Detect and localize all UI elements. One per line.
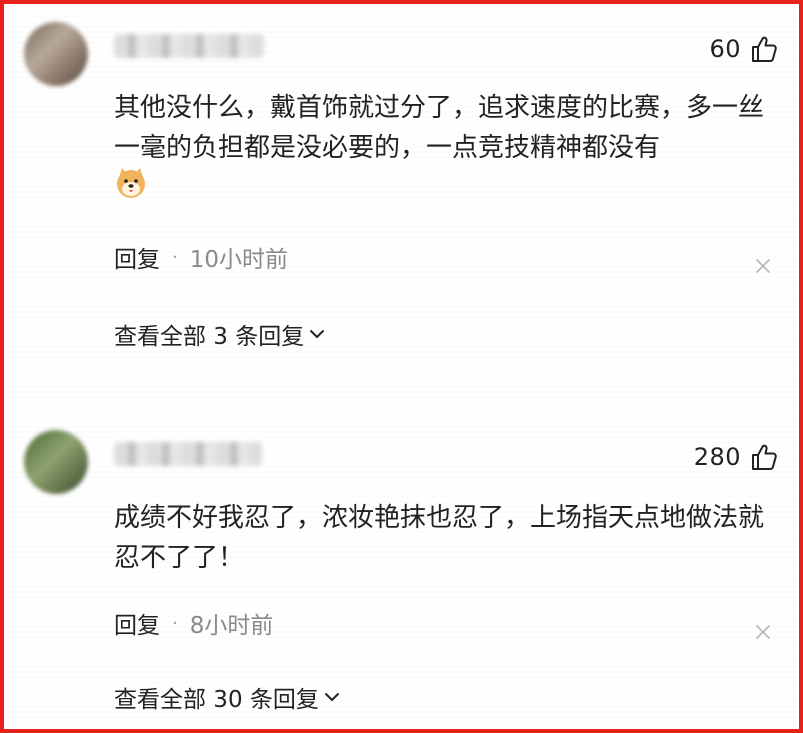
close-icon[interactable] — [755, 624, 771, 640]
thumbs-up-icon[interactable] — [749, 442, 779, 472]
doge-emoji-icon — [117, 168, 145, 198]
close-icon[interactable] — [755, 258, 771, 274]
like-count: 60 — [709, 35, 741, 63]
comment-panel: 60 其他没什么，戴首饰就过分了，追求速度的比赛，多一丝一毫的负担都是没必要的，… — [0, 0, 803, 733]
view-replies-label: 查看全部 30 条回复 — [114, 687, 319, 713]
separator-dot: · — [172, 246, 178, 268]
timestamp: 10小时前 — [189, 247, 289, 273]
username-blurred[interactable] — [114, 442, 262, 466]
like-button[interactable]: 280 — [694, 442, 779, 472]
thumbs-up-icon[interactable] — [749, 34, 779, 64]
like-button[interactable]: 60 — [709, 34, 779, 64]
avatar[interactable] — [24, 430, 88, 494]
reply-button[interactable]: 回复 — [114, 240, 160, 274]
comment-text: 成绩不好我忍了，浓妆艳抹也忍了，上场指天点地做法就忍不了了！ — [114, 503, 765, 573]
comment-text: 其他没什么，戴首饰就过分了，追求速度的比赛，多一丝一毫的负担都是没必要的，一点竞… — [114, 93, 765, 163]
comment-meta: 回复 · 10小时前 — [114, 240, 288, 274]
view-all-replies-link[interactable]: 查看全部 30 条回复 — [114, 680, 341, 714]
chevron-down-icon — [324, 693, 339, 701]
view-all-replies-link[interactable]: 查看全部 3 条回复 — [114, 317, 326, 351]
separator-dot: · — [172, 612, 178, 634]
avatar[interactable] — [24, 22, 88, 86]
view-replies-label: 查看全部 3 条回复 — [114, 324, 305, 350]
username-blurred[interactable] — [114, 34, 264, 58]
timestamp: 8小时前 — [189, 613, 274, 639]
comment-meta: 回复 · 8小时前 — [114, 606, 273, 640]
reply-button[interactable]: 回复 — [114, 606, 160, 640]
like-count: 280 — [693, 443, 741, 471]
chevron-down-icon — [310, 330, 325, 338]
